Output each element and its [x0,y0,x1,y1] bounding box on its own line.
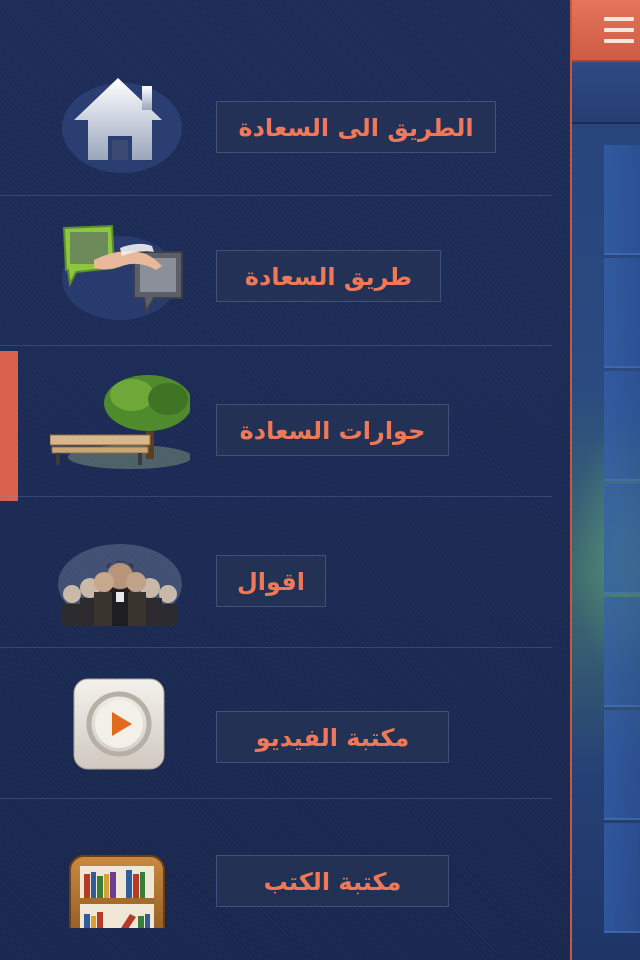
main-content-panel[interactable] [570,0,640,960]
menu-item-path-to-happiness[interactable]: الطريق الى السعادة [0,46,552,196]
divider [0,798,552,799]
divider [0,647,552,648]
menu-item-label: مكتبة الكتب [216,855,449,907]
content-tile[interactable] [604,484,640,594]
menu-item-quotes[interactable]: اقوال [0,498,552,648]
video-play-icon [73,678,165,770]
menu-item-label: الطريق الى السعادة [216,101,496,153]
content-tile[interactable] [604,371,640,481]
menu-item-happiness-road[interactable]: طريق السعادة [0,196,552,346]
menu-item-label: مكتبة الفيديو [216,711,449,763]
menu-item-label: اقوال [216,555,326,607]
content-tiles [604,145,640,933]
app-screen: الطريق الى السعادة طريق السعادة حوارات ا… [0,0,640,960]
sub-header-bar [572,62,640,124]
active-indicator [0,351,18,501]
tree-bench-icon [50,375,190,469]
home-icon [62,78,182,173]
content-tile[interactable] [604,258,640,368]
content-tile[interactable] [604,710,640,820]
menu-item-label: طريق السعادة [216,250,441,302]
divider [0,496,552,497]
menu-item-books-library[interactable]: مكتبة الكتب [0,800,552,950]
side-menu: الطريق الى السعادة طريق السعادة حوارات ا… [0,0,570,960]
content-tile[interactable] [604,823,640,933]
top-bar [572,0,640,62]
famous-people-icon [58,544,182,626]
menu-item-happiness-dialogues[interactable]: حوارات السعادة [0,347,552,501]
content-tile[interactable] [604,597,640,707]
divider [0,345,552,346]
content-tile[interactable] [604,145,640,255]
hamburger-icon[interactable] [604,17,636,45]
handshake-chat-icon [62,224,183,320]
menu-item-video-library[interactable]: مكتبة الفيديو [0,649,552,799]
menu-item-label: حوارات السعادة [216,404,449,456]
bookshelf-icon [69,855,165,928]
